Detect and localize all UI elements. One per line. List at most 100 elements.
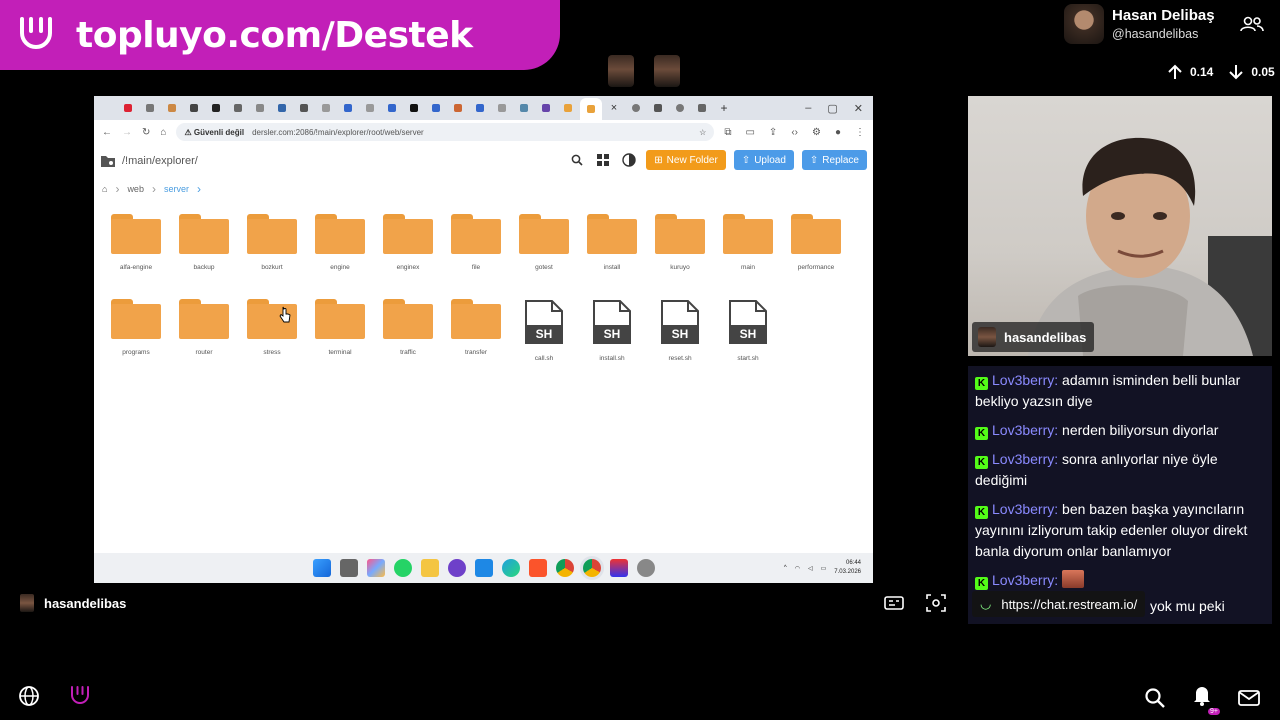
app-icon[interactable]	[609, 559, 628, 577]
folder-item[interactable]: stress	[238, 299, 306, 362]
participant-thumb[interactable]	[654, 55, 680, 87]
taskbar-clock[interactable]: 06:44 7.03.2026	[834, 559, 861, 577]
chat-username[interactable]: Lov3berry	[992, 572, 1054, 588]
browser-tab[interactable]	[448, 100, 468, 116]
tray-chevron-icon[interactable]: ^	[784, 565, 787, 571]
browser-tab[interactable]	[118, 100, 138, 116]
battery-icon[interactable]: ▭	[821, 565, 827, 572]
browser-tab[interactable]	[382, 100, 402, 116]
chat-username[interactable]: Lov3berry	[992, 372, 1054, 388]
browser-tab[interactable]	[558, 100, 578, 116]
maximize-icon[interactable]: ▢	[827, 102, 837, 115]
wifi-icon[interactable]: ◠	[795, 565, 800, 572]
folder-item[interactable]: enginex	[374, 214, 442, 271]
share-icon[interactable]: ⇪	[769, 127, 777, 138]
new-tab-icon[interactable]: +	[714, 100, 734, 116]
folder-item[interactable]: main	[714, 214, 782, 271]
browser-tab[interactable]	[470, 100, 490, 116]
chrome-active-icon[interactable]	[582, 559, 601, 577]
folder-item[interactable]: router	[170, 299, 238, 362]
restream-link[interactable]: ◡ https://chat.restream.io/	[972, 591, 1146, 617]
folder-item[interactable]: transfer	[442, 299, 510, 362]
close-tab-icon[interactable]: ×	[604, 100, 624, 116]
screenshot-icon[interactable]	[926, 594, 946, 612]
browser-tab[interactable]	[648, 100, 668, 116]
replace-button[interactable]: ⇧ Replace	[801, 150, 867, 170]
chat-username[interactable]: Lov3berry	[992, 451, 1054, 467]
participant-thumb[interactable]	[608, 55, 634, 87]
browser-tab[interactable]	[162, 100, 182, 116]
folder-item[interactable]: performance	[782, 214, 850, 271]
devtools-icon[interactable]: ‹›	[791, 127, 798, 138]
topluyo-home-icon[interactable]	[68, 684, 92, 708]
notifications-button[interactable]: 9+	[1192, 684, 1220, 715]
home-icon[interactable]: ⌂	[160, 127, 166, 138]
browser-tab-active[interactable]	[580, 98, 602, 120]
browser-tab[interactable]	[338, 100, 358, 116]
reload-icon[interactable]: ↻	[142, 127, 150, 138]
browser-tab[interactable]	[250, 100, 270, 116]
chat-username[interactable]: Lov3berry	[992, 422, 1054, 438]
globe-icon[interactable]	[18, 685, 40, 707]
folder-item[interactable]: bozkurt	[238, 214, 306, 271]
task-view-icon[interactable]	[339, 559, 358, 577]
browser-tab[interactable]	[206, 100, 226, 116]
file-item[interactable]: SH reset.sh	[646, 299, 714, 362]
minimize-icon[interactable]: –	[805, 102, 811, 115]
folder-item[interactable]: file	[442, 214, 510, 271]
theme-toggle-icon[interactable]	[620, 151, 638, 169]
captions-icon[interactable]	[884, 594, 904, 612]
whatsapp-icon[interactable]	[393, 559, 412, 577]
new-folder-button[interactable]: ⊞ New Folder	[646, 150, 726, 170]
settings-icon[interactable]: ⚙	[812, 127, 821, 138]
vscode-icon[interactable]	[474, 559, 493, 577]
browser-tab[interactable]	[426, 100, 446, 116]
search-icon[interactable]	[568, 151, 586, 169]
extensions-icon[interactable]: ⧉	[724, 127, 731, 138]
file-item[interactable]: SH start.sh	[714, 299, 782, 362]
folder-item[interactable]: backup	[170, 214, 238, 271]
folder-item[interactable]: terminal	[306, 299, 374, 362]
folder-item[interactable]: gotest	[510, 214, 578, 271]
github-desktop-icon[interactable]	[447, 559, 466, 577]
browser-tab[interactable]	[692, 100, 712, 116]
start-icon[interactable]	[312, 559, 331, 577]
bookmark-star-icon[interactable]: ☆	[699, 128, 706, 137]
browser-tab[interactable]	[184, 100, 204, 116]
mail-icon[interactable]	[1238, 689, 1260, 707]
brave-icon[interactable]	[528, 559, 547, 577]
close-window-icon[interactable]: ✕	[854, 102, 863, 115]
grid-view-icon[interactable]	[594, 151, 612, 169]
back-icon[interactable]: ←	[102, 127, 112, 138]
browser-tab[interactable]	[404, 100, 424, 116]
folder-item[interactable]: kuruyo	[646, 214, 714, 271]
folder-item[interactable]: programs	[102, 299, 170, 362]
folder-item[interactable]: install	[578, 214, 646, 271]
menu-icon[interactable]: ⋮	[855, 127, 865, 138]
browser-tab[interactable]	[316, 100, 336, 116]
profile-card[interactable]: Hasan Delibaş @hasandelibas	[1064, 4, 1215, 44]
browser-tab[interactable]	[272, 100, 292, 116]
browser-tab[interactable]	[626, 100, 646, 116]
folder-item[interactable]: traffic	[374, 299, 442, 362]
breadcrumb-server[interactable]: server	[164, 184, 189, 194]
security-warning[interactable]: ⚠ Güvenli değil	[184, 128, 244, 137]
file-item[interactable]: SH install.sh	[578, 299, 646, 362]
browser-tab[interactable]	[670, 100, 690, 116]
streamer-tag[interactable]: hasandelibas	[20, 594, 126, 612]
file-explorer-icon[interactable]	[420, 559, 439, 577]
browser-tab[interactable]	[228, 100, 248, 116]
volume-icon[interactable]: ◁	[808, 565, 813, 572]
search-icon[interactable]	[1144, 687, 1166, 709]
edge-icon[interactable]	[501, 559, 520, 577]
profile-icon[interactable]: ●	[835, 127, 841, 138]
forward-icon[interactable]: →	[122, 127, 132, 138]
avatar[interactable]	[1064, 4, 1104, 44]
home-crumb-icon[interactable]: ⌂	[102, 184, 107, 194]
browser-tab[interactable]	[360, 100, 380, 116]
browser-tab[interactable]	[492, 100, 512, 116]
chat-username[interactable]: Lov3berry	[992, 501, 1054, 517]
chrome-icon[interactable]	[555, 559, 574, 577]
cast-icon[interactable]: ▭	[745, 127, 754, 138]
browser-tab[interactable]	[536, 100, 556, 116]
